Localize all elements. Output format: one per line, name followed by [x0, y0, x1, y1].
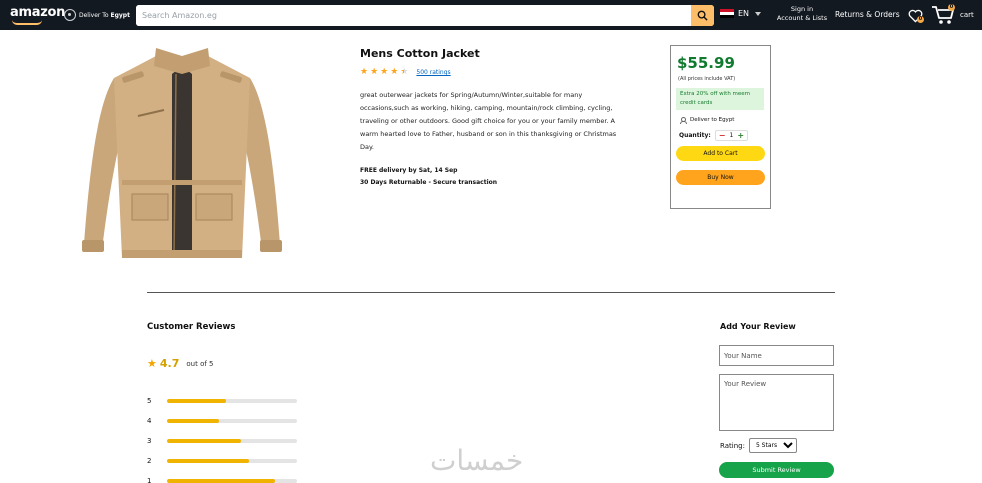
delivery-info: FREE delivery by Sat, 14 Sep 30 Days Ret… [360, 165, 497, 189]
logo-smile-icon [12, 20, 42, 25]
search-input[interactable] [136, 5, 691, 26]
rating-bar-label: 1 [147, 477, 152, 483]
out-of-label: out of 5 [186, 359, 214, 368]
account-signin[interactable]: Sign in Account & Lists [776, 5, 828, 23]
rating-bar-fill [167, 439, 242, 443]
product-title: Mens Cotton Jacket [360, 47, 480, 60]
submit-review-button[interactable]: Submit Review [719, 462, 834, 478]
rating-row: Rating: 5 Stars [720, 438, 797, 453]
star-icon: ★ [147, 357, 157, 370]
deliver-to-location[interactable]: Deliver To Egypt [64, 9, 130, 21]
egypt-flag-icon [720, 9, 734, 18]
average-rating: ★ 4.7 out of 5 [147, 357, 214, 370]
rating-select[interactable]: 5 Stars [748, 438, 797, 453]
star-full-icon: ★ [390, 67, 399, 77]
deliver-location: Egypt [110, 11, 130, 19]
person-icon [679, 117, 687, 124]
language-selector[interactable]: EN [720, 9, 762, 18]
top-navbar: amazon Deliver To Egypt EN Sign in Accou… [0, 0, 982, 30]
rating-bar-fill [167, 479, 275, 483]
wishlist-count-badge: 0 [917, 16, 924, 23]
rating-bar-row: 1 [147, 471, 297, 483]
plus-button[interactable]: + [737, 131, 744, 140]
ratings-count-link[interactable]: 500 ratings [416, 69, 450, 76]
vat-note: (All prices include VAT) [678, 76, 736, 82]
cart-count-badge: 0 [948, 4, 955, 11]
rating-bar-track [167, 439, 297, 443]
free-delivery-text: FREE delivery by Sat, 14 Sep [360, 167, 458, 174]
rating-label: Rating: [720, 441, 745, 450]
cart-label[interactable]: cart [960, 11, 974, 19]
rating-bar-label: 4 [147, 417, 152, 425]
rating-bar-label: 2 [147, 457, 152, 465]
rating-bar-row: 5 [147, 391, 297, 411]
rating-bar-track [167, 419, 297, 423]
language-code: EN [738, 9, 750, 18]
account-lists-label: Account & Lists [776, 14, 828, 22]
star-full-icon: ★ [370, 67, 379, 77]
buy-now-button[interactable]: Buy Now [676, 170, 765, 185]
cart-button[interactable]: 0 [931, 4, 955, 30]
rating-bar-label: 5 [147, 397, 152, 405]
product-image[interactable] [76, 44, 288, 270]
deliver-to-text: Deliver to Egypt [690, 117, 735, 123]
buy-box: $55.99 (All prices include VAT) Extra 20… [670, 45, 771, 209]
chevron-down-icon [755, 11, 762, 16]
average-rating-value: 4.7 [159, 357, 180, 370]
deliver-prefix: Deliver To [79, 11, 109, 19]
quantity-stepper: − 1 + [714, 130, 749, 141]
quantity-row: Quantity: − 1 + [676, 130, 765, 141]
rating-bar-track [167, 399, 297, 403]
review-name-field[interactable] [719, 345, 834, 366]
rating-bar-label: 3 [147, 437, 152, 445]
rating-bar-row: 4 [147, 411, 297, 431]
amazon-logo[interactable]: amazon [10, 5, 65, 20]
wishlist-button[interactable]: 0 [908, 8, 924, 27]
rating-bar-row: 3 [147, 431, 297, 451]
quantity-value: 1 [729, 132, 734, 139]
rating-bar-row: 2 [147, 451, 297, 471]
location-pin-icon [64, 9, 76, 21]
rating-distribution: 5 4 3 2 1 [147, 391, 297, 483]
search-bar [136, 5, 714, 26]
rating-bar-track [167, 479, 297, 483]
section-divider [147, 292, 835, 293]
rating-bar-fill [167, 419, 219, 423]
product-rating: ★ ★ ★ ★ ★ 500 ratings [360, 68, 451, 77]
rating-bar-fill [167, 459, 249, 463]
returns-orders-link[interactable]: Returns & Orders [835, 10, 900, 19]
rating-bar-fill [167, 399, 226, 403]
minus-button[interactable]: − [719, 131, 726, 140]
add-review-title: Add Your Review [720, 322, 796, 331]
add-to-cart-button[interactable]: Add to Cart [676, 146, 765, 161]
search-button[interactable] [691, 5, 714, 26]
rating-bar-track [167, 459, 297, 463]
review-text-field[interactable] [719, 374, 834, 431]
product-price: $55.99 [677, 54, 735, 72]
star-full-icon: ★ [360, 67, 369, 77]
quantity-label: Quantity: [679, 132, 711, 139]
deliver-to-row[interactable]: Deliver to Egypt [676, 117, 765, 124]
star-full-icon: ★ [380, 67, 389, 77]
returnable-text: 30 Days Returnable - Secure transaction [360, 179, 498, 186]
search-icon [697, 10, 708, 21]
product-description: great outerwear jackets for Spring/Autum… [360, 91, 617, 151]
credit-card-offer: Extra 20% off with meem credit cards [676, 88, 764, 110]
signin-label: Sign in [790, 5, 814, 13]
star-half-icon: ★ [400, 67, 409, 77]
watermark-logo: خمسات [430, 444, 524, 477]
customer-reviews-title: Customer Reviews [147, 322, 236, 332]
